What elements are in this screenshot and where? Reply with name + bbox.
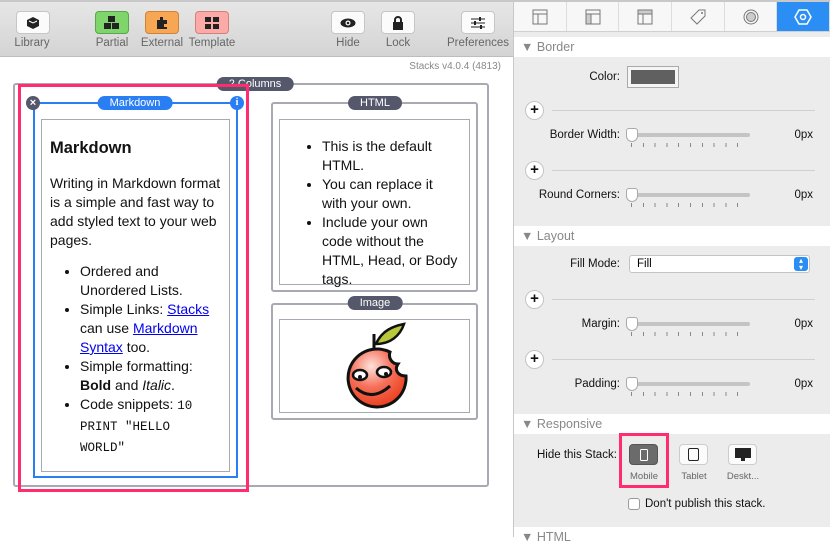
hexagon-settings-icon bbox=[794, 8, 813, 25]
round-corners-label: Round Corners: bbox=[538, 189, 620, 201]
layout-section-header[interactable]: ▼ Layout bbox=[514, 226, 830, 246]
padding-value: 0px bbox=[794, 378, 813, 390]
list-item: Include your own code without the HTML, … bbox=[322, 213, 461, 289]
template-button[interactable] bbox=[195, 11, 229, 34]
external-button[interactable] bbox=[145, 11, 179, 34]
version-label: Stacks v4.0.4 (4813) bbox=[409, 61, 501, 72]
image-stack[interactable] bbox=[271, 303, 478, 420]
border-section-header[interactable]: ▼ Border bbox=[514, 37, 830, 57]
lock-label: Lock bbox=[385, 37, 411, 49]
tablet-icon bbox=[688, 448, 699, 461]
eye-icon bbox=[340, 18, 356, 27]
desktop-icon bbox=[734, 448, 751, 461]
color-swatch bbox=[631, 70, 675, 84]
preferences-label: Preferences bbox=[446, 37, 509, 49]
tab-sidebar[interactable] bbox=[567, 2, 620, 31]
tab-header[interactable] bbox=[619, 2, 673, 31]
round-corners-value: 0px bbox=[794, 189, 813, 201]
hide-tablet-button[interactable] bbox=[679, 444, 708, 465]
tag-icon bbox=[690, 9, 706, 25]
responsive-section-header[interactable]: ▼ Responsive bbox=[514, 414, 830, 434]
layout-icon bbox=[532, 9, 548, 24]
lock-icon bbox=[393, 15, 403, 30]
highlight-box bbox=[18, 84, 249, 492]
tablet-label: Tablet bbox=[681, 471, 707, 482]
tab-tag[interactable] bbox=[672, 2, 725, 31]
library-label: Library bbox=[14, 37, 50, 49]
sliders-icon bbox=[471, 16, 485, 29]
html-label[interactable]: HTML bbox=[348, 96, 402, 110]
fill-mode-label: Fill Mode: bbox=[570, 258, 620, 270]
library-button[interactable] bbox=[16, 11, 50, 34]
margin-label: Margin: bbox=[581, 318, 620, 330]
canvas: Stacks v4.0.4 (4813) 2 Columns This is t… bbox=[0, 57, 513, 537]
tab-layout[interactable] bbox=[514, 2, 567, 31]
add-margin-button[interactable]: + bbox=[525, 290, 544, 309]
tab-settings[interactable] bbox=[777, 2, 830, 31]
desktop-label: Deskt... bbox=[726, 471, 760, 482]
dont-publish-label: Don't publish this stack. bbox=[645, 498, 766, 510]
cubes-icon bbox=[104, 15, 119, 29]
inspector-panel: ▼ Border Color: + Border Width: 0px + Ro… bbox=[513, 0, 830, 547]
html-section-header[interactable]: ▼ HTML bbox=[514, 527, 830, 547]
image-label[interactable]: Image bbox=[347, 296, 403, 310]
chevron-updown-icon: ▴ ▾ bbox=[794, 257, 808, 272]
tab-circle[interactable] bbox=[725, 2, 778, 31]
margin-value: 0px bbox=[794, 318, 813, 330]
color-label: Color: bbox=[589, 71, 620, 83]
circle-icon bbox=[743, 9, 759, 24]
add-border-width-button[interactable]: + bbox=[525, 101, 544, 120]
inspector-tabs bbox=[514, 0, 830, 32]
dont-publish-checkbox[interactable] bbox=[628, 498, 640, 510]
puzzle-icon bbox=[157, 16, 167, 29]
cube-icon bbox=[27, 16, 39, 29]
border-width-value: 0px bbox=[794, 129, 813, 141]
hide-stack-label: Hide this Stack: bbox=[537, 449, 617, 461]
padding-label: Padding: bbox=[574, 378, 620, 390]
add-padding-button[interactable]: + bbox=[525, 350, 544, 369]
html-list: This is the default HTML. You can replac… bbox=[322, 137, 461, 289]
fill-mode-select[interactable]: Fill ▴ ▾ bbox=[629, 255, 810, 273]
layout-sidebar-icon bbox=[585, 9, 600, 24]
add-round-corners-button[interactable]: + bbox=[525, 161, 544, 180]
list-item: This is the default HTML. bbox=[322, 137, 461, 175]
border-width-label: Border Width: bbox=[549, 129, 620, 141]
html-stack[interactable]: This is the default HTML. You can replac… bbox=[271, 102, 478, 292]
margin-slider[interactable] bbox=[626, 317, 750, 331]
grid-icon bbox=[205, 16, 219, 29]
template-label: Template bbox=[188, 37, 236, 49]
toolbar: Library Partial External Template Hide L… bbox=[0, 0, 513, 57]
apple-image bbox=[346, 322, 408, 409]
layout-header-icon bbox=[637, 9, 653, 24]
partial-button[interactable] bbox=[95, 11, 129, 34]
hide-button[interactable] bbox=[331, 11, 365, 34]
hide-desktop-button[interactable] bbox=[728, 444, 757, 465]
preferences-button[interactable] bbox=[461, 11, 495, 34]
highlight-box bbox=[619, 433, 669, 488]
color-well[interactable] bbox=[627, 66, 679, 88]
border-width-slider[interactable] bbox=[626, 128, 750, 142]
lock-button[interactable] bbox=[381, 11, 415, 34]
padding-slider[interactable] bbox=[626, 377, 750, 391]
list-item: You can replace it with your own. bbox=[322, 175, 461, 213]
round-corners-slider[interactable] bbox=[626, 188, 750, 202]
